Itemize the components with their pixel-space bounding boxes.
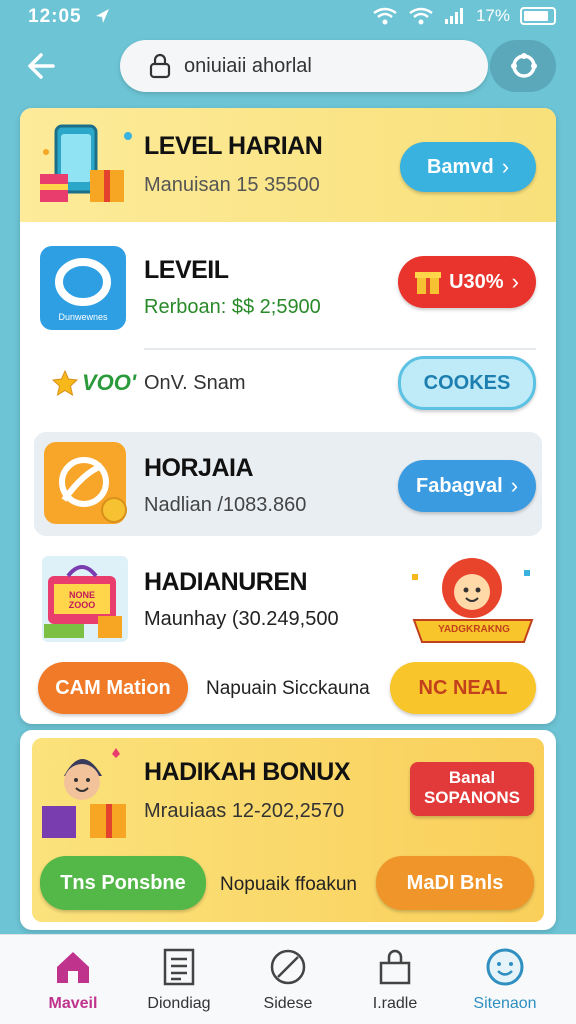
chevron-right-icon: › xyxy=(501,154,510,179)
search-text: oniuiaii ahorlal xyxy=(184,55,312,77)
level-badge-button[interactable]: U30% › xyxy=(398,256,536,308)
bonus-title: HADIKAH BONUX xyxy=(144,758,351,786)
hadian-gift-image: NONE ZOOO xyxy=(42,556,128,642)
bonus-tag-line2: SOPANONS xyxy=(423,788,521,807)
level-title: LEVEIL xyxy=(144,256,229,284)
action-row-text: Napuain Sicckauna xyxy=(206,678,370,699)
bonus-action-text: Nopuaik ffoakun xyxy=(220,874,357,895)
level-app-icon-text: Dunwewnes xyxy=(58,312,108,322)
back-button[interactable] xyxy=(22,46,62,86)
settings-button[interactable] xyxy=(490,40,556,92)
nav-item-smile[interactable]: Sitenaon xyxy=(450,947,560,1013)
horjaia-button-label: Fabagval xyxy=(415,474,503,497)
chevron-right-icon: › xyxy=(511,269,519,294)
list-icon xyxy=(163,948,195,986)
hadian-box-text: NONE ZOOO xyxy=(68,590,96,610)
nav-label-home: Maveil xyxy=(48,995,98,1012)
bonus-tag-line1: Banal xyxy=(448,768,496,787)
star-icon xyxy=(52,370,78,396)
bonus-card: HADIKAH BONUX Mrauiaas 12-202,2570 Banal… xyxy=(20,730,556,930)
horjaia-button[interactable]: Fabagval › xyxy=(398,460,536,512)
status-time: 12:05 xyxy=(28,6,82,27)
girl-gift-avatar-icon xyxy=(42,748,126,838)
bonus-banner: HADIKAH BONUX Mrauiaas 12-202,2570 Banal… xyxy=(32,738,544,922)
horjaia-title: HORJAIA xyxy=(144,454,254,482)
harian-button-label: Bamvd xyxy=(426,155,494,178)
battery-percent: 17% xyxy=(475,6,510,25)
tns-ponsbne-label: Tns Ponsbne xyxy=(60,871,186,894)
cam-mation-button[interactable]: CAM Mation xyxy=(38,662,188,714)
battery-icon xyxy=(520,7,556,25)
back-arrow-icon xyxy=(28,53,55,79)
cam-mation-label: CAM Mation xyxy=(55,676,171,699)
chevron-right-icon: › xyxy=(510,473,519,498)
nav-item-slash[interactable]: Sidese xyxy=(233,947,343,1013)
cell-signal-icon xyxy=(444,8,463,24)
coin-text: OnV. Snam xyxy=(144,372,246,394)
level-harian-title: LEVEL HARIAN xyxy=(144,132,323,160)
status-bar: 12:05 17% xyxy=(0,0,576,34)
madi-bnls-button[interactable]: MaDI Bnls xyxy=(376,856,534,910)
nav-label-slash: Sidese xyxy=(263,995,313,1012)
swirl-coin-icon xyxy=(59,457,127,523)
lock-icon xyxy=(149,53,171,79)
level-app-icon: Dunwewnes xyxy=(40,246,126,330)
nav-label-smile: Sitenaon xyxy=(473,995,537,1012)
search-input[interactable]: oniuiaii ahorlal xyxy=(120,40,488,92)
nc-neal-label: NC NEAL xyxy=(418,676,508,699)
refresh-icon xyxy=(511,53,537,78)
harian-button[interactable]: Bamvd › xyxy=(400,142,536,192)
gift-box-icon xyxy=(415,272,442,294)
bag-icon xyxy=(379,949,411,985)
hadian-subtitle: Maunhay (30.249,500 xyxy=(144,608,339,630)
hadian-mascot-banner: YADGKRAKNG xyxy=(406,548,540,648)
cookes-button[interactable]: COOKES xyxy=(398,356,536,410)
nav-item-list[interactable]: Diondiag xyxy=(124,947,234,1013)
cookes-button-label: COOKES xyxy=(423,371,511,394)
hadian-title: HADIANUREN xyxy=(144,568,308,596)
smile-ring-icon xyxy=(486,948,524,986)
location-arrow-icon xyxy=(96,9,109,23)
bonus-tag[interactable]: Banal SOPANONS xyxy=(410,762,534,816)
slash-circle-icon xyxy=(270,949,306,985)
divider xyxy=(144,348,536,350)
level-harian-subtitle: Manuisan 15 35500 xyxy=(144,174,320,196)
top-bar: oniuiaii ahorlal xyxy=(0,40,576,92)
nav-label-bag: I.radle xyxy=(372,995,418,1012)
nav-label-list: Diondiag xyxy=(147,995,211,1012)
phone-gift-icon xyxy=(40,124,132,202)
rewards-card: LEVEL HARIAN Manuisan 15 35500 Bamvd › Du… xyxy=(20,108,556,724)
hadian-banner-text: YADGKRAKNG xyxy=(438,624,510,635)
nav-item-bag[interactable]: I.radle xyxy=(340,947,450,1013)
level-subtitle: Rerboan: $$ 2;5900 xyxy=(144,296,321,318)
horjaia-app-icon xyxy=(44,442,127,524)
nav-item-home[interactable]: Maveil xyxy=(18,947,128,1013)
coin-label: VOO' xyxy=(82,370,137,395)
madi-bnls-label: MaDI Bnls xyxy=(406,871,504,894)
level-badge-label: U30% xyxy=(449,270,504,293)
bonus-subtitle: Mrauiaas 12-202,2570 xyxy=(144,800,345,822)
horjaia-subtitle: Nadlian /1083.860 xyxy=(144,494,307,516)
wifi-signal-icon xyxy=(409,7,433,25)
tns-ponsbne-button[interactable]: Tns Ponsbne xyxy=(40,856,206,910)
nc-neal-button[interactable]: NC NEAL xyxy=(390,662,536,714)
level-harian-row: LEVEL HARIAN Manuisan 15 35500 Bamvd › xyxy=(20,108,556,222)
home-icon xyxy=(57,952,89,983)
wifi-icon xyxy=(373,7,397,25)
bottom-nav: Maveil Diondiag Sidese I.radle Sitenaon xyxy=(0,934,576,1024)
